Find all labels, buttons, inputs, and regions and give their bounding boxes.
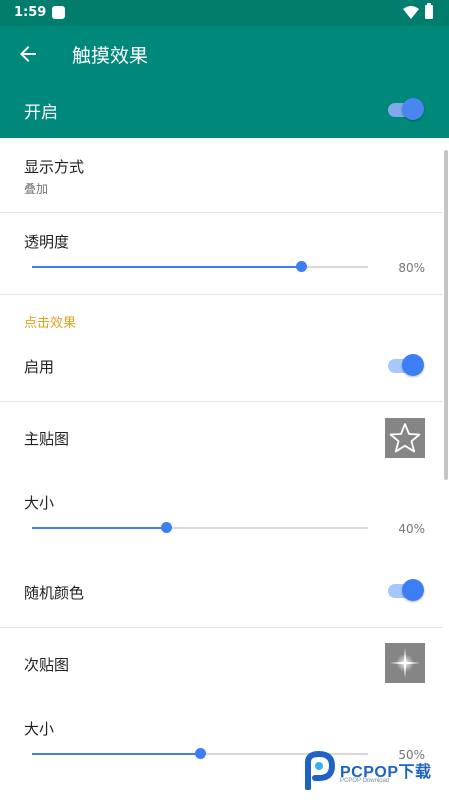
display-mode-row[interactable]: 显示方式 叠加 (0, 138, 449, 212)
enable-label: 启用 (24, 358, 55, 376)
star-outline-icon (389, 423, 421, 453)
click-effect-section-header: 点击效果 (24, 316, 77, 331)
opacity-value: 80% (398, 261, 425, 275)
scrollbar[interactable] (444, 150, 448, 480)
master-switch-label: 开启 (24, 103, 58, 123)
main-size-slider[interactable] (32, 521, 368, 535)
status-bar: 1:59 (0, 0, 449, 26)
opacity-title: 透明度 (24, 233, 70, 251)
master-switch-bar[interactable]: 开启 (0, 82, 449, 138)
watermark-tagline: PCPOP Download (340, 778, 390, 784)
opacity-slider[interactable] (32, 260, 368, 274)
secondary-sticker-row[interactable]: 次贴图 (0, 628, 449, 700)
master-toggle[interactable] (388, 98, 424, 122)
slider-thumb[interactable] (195, 748, 206, 759)
secondary-sticker-label: 次贴图 (24, 656, 70, 674)
random-color-toggle[interactable] (388, 579, 424, 603)
main-sticker-preview[interactable] (385, 418, 425, 458)
secondary-sticker-preview[interactable] (385, 643, 425, 683)
main-size-value: 40% (398, 522, 425, 536)
pcpop-logo-icon (305, 750, 336, 790)
slider-fill (32, 527, 167, 529)
app-bar: 触摸效果 (0, 26, 449, 82)
battery-icon (425, 3, 433, 19)
enable-row[interactable]: 启用 (0, 338, 449, 400)
main-size-title: 大小 (24, 494, 55, 512)
divider (0, 294, 443, 295)
random-color-label: 随机颜色 (24, 584, 85, 602)
random-color-row[interactable]: 随机颜色 (0, 560, 449, 626)
notification-icon (52, 6, 65, 19)
slider-thumb[interactable] (161, 522, 173, 533)
sparkle-icon (390, 648, 420, 678)
status-time: 1:59 (14, 5, 47, 20)
page-title: 触摸效果 (72, 45, 149, 67)
opacity-row: 透明度 80% (0, 213, 449, 294)
slider-fill (32, 266, 301, 268)
display-mode-value: 叠加 (24, 182, 49, 196)
slider-thumb[interactable] (295, 261, 307, 272)
main-size-row: 大小 40% (0, 474, 449, 560)
slider-fill (32, 753, 200, 755)
random-color-toggle-thumb (402, 579, 424, 601)
enable-toggle-thumb (402, 354, 424, 376)
wifi-icon (403, 6, 419, 19)
enable-toggle[interactable] (388, 354, 424, 378)
master-toggle-thumb (402, 98, 424, 120)
pcpop-watermark: PCPOP下载 PCPOP Download (302, 748, 449, 800)
back-arrow-icon[interactable] (16, 42, 40, 66)
main-sticker-label: 主贴图 (24, 430, 70, 448)
secondary-size-title: 大小 (24, 720, 55, 738)
display-mode-title: 显示方式 (24, 158, 85, 176)
main-sticker-row[interactable]: 主贴图 (0, 402, 449, 474)
